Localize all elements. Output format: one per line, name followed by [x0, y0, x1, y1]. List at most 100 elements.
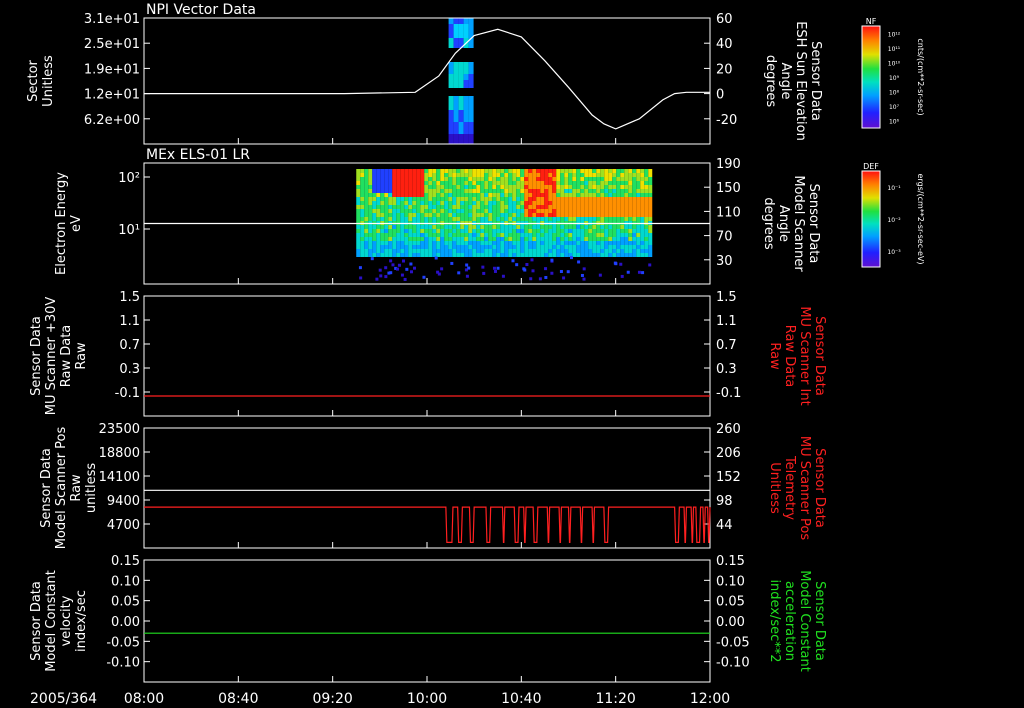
left-axis-label-line: Raw: [69, 474, 84, 502]
heatmap-cell: [468, 173, 473, 177]
heatmap-cell: [604, 217, 609, 221]
heatmap-cell: [568, 189, 573, 193]
heatmap-cell: [512, 177, 517, 181]
heatmap-cell: [364, 213, 369, 217]
heatmap-cell: [416, 173, 421, 177]
heatmap-cell: [619, 262, 623, 266]
heatmap-cell: [440, 193, 445, 197]
heatmap-cell: [360, 181, 365, 185]
heatmap-cell: [424, 201, 429, 205]
heatmap-cell: [576, 253, 581, 257]
heatmap-cell: [648, 201, 653, 205]
heatmap-cell: [576, 229, 581, 233]
heatmap-cell: [468, 62, 474, 74]
heatmap-cell: [436, 173, 441, 177]
heatmap-cell: [564, 185, 569, 189]
heatmap-cell: [392, 201, 397, 205]
heatmap-cell: [524, 249, 529, 253]
heatmap-cell: [608, 169, 613, 173]
heatmap-cell: [488, 189, 493, 193]
heatmap-cell: [356, 201, 361, 205]
heatmap-cell: [380, 253, 385, 257]
heatmap-cell: [548, 181, 553, 185]
heatmap-cell: [388, 233, 393, 237]
heatmap-cell: [400, 181, 405, 185]
left-axis-label-line: unitless: [84, 463, 99, 514]
heatmap-cell: [448, 229, 453, 233]
heatmap-cell: [536, 241, 541, 245]
heatmap-cell: [476, 169, 481, 173]
heatmap-cell: [424, 241, 429, 245]
heatmap-cell: [392, 197, 397, 201]
heatmap-cell: [488, 229, 493, 233]
heatmap-cell: [444, 213, 449, 217]
heatmap-cell: [480, 185, 485, 189]
right-axis-label-line: Unitless: [767, 462, 782, 514]
heatmap-cell: [532, 225, 537, 229]
heatmap-cell: [548, 201, 553, 205]
heatmap-cell: [456, 237, 461, 241]
heatmap-cell: [440, 233, 445, 237]
heatmap-cell: [560, 169, 565, 173]
heatmap-cell: [364, 229, 369, 233]
heatmap-cell: [388, 213, 393, 217]
heatmap-cell: [600, 177, 605, 181]
plot-figure: NPI Vector Data3.1e+012.5e+011.9e+011.2e…: [0, 0, 1024, 708]
heatmap-cell: [520, 217, 525, 221]
heatmap-cell: [512, 197, 517, 201]
heatmap-cell: [408, 185, 413, 189]
heatmap-cell: [412, 245, 417, 249]
heatmap-cell: [516, 213, 521, 217]
heatmap-cell: [511, 259, 515, 263]
right-axis-label-line: Model Scanner: [791, 175, 806, 272]
colorbar: [861, 25, 881, 129]
heatmap-cell: [452, 197, 457, 201]
heatmap-cell: [648, 177, 653, 181]
heatmap-cell: [476, 213, 481, 217]
heatmap-cell: [356, 189, 361, 193]
heatmap-cell: [480, 249, 485, 253]
heatmap-cell: [500, 181, 505, 185]
heatmap-cell: [604, 229, 609, 233]
heatmap-cell: [620, 213, 625, 217]
heatmap-cell: [612, 213, 617, 217]
heatmap-cell: [448, 134, 454, 144]
heatmap-cell: [512, 209, 517, 213]
heatmap-cell: [600, 205, 605, 209]
heatmap-cell: [380, 197, 385, 201]
heatmap-cell: [560, 177, 565, 181]
heatmap-cell: [476, 181, 481, 185]
heatmap-cell: [484, 229, 489, 233]
heatmap-cell: [420, 213, 425, 217]
heatmap-cell: [604, 245, 609, 249]
heatmap-cell: [516, 237, 521, 241]
heatmap-cell: [540, 197, 545, 201]
heatmap-cell: [632, 225, 637, 229]
y-tick-label-left: 0.15: [111, 554, 140, 569]
heatmap-cell: [648, 249, 653, 253]
heatmap-cell: [370, 257, 374, 261]
heatmap-cell: [548, 241, 553, 245]
heatmap-cell: [524, 201, 529, 205]
heatmap-cell: [484, 253, 489, 257]
heatmap-cell: [380, 213, 385, 217]
heatmap-cell: [540, 201, 545, 205]
heatmap-cell: [436, 181, 441, 185]
heatmap-cell: [440, 253, 445, 257]
heatmap-cell: [416, 233, 421, 237]
heatmap-cell: [412, 225, 417, 229]
heatmap-cell: [372, 253, 377, 257]
heatmap-cell: [476, 193, 481, 197]
heatmap-cell: [468, 205, 473, 209]
heatmap-cell: [456, 185, 461, 189]
heatmap-cell: [628, 201, 633, 205]
heatmap-cell: [592, 229, 597, 233]
heatmap-cell: [552, 181, 557, 185]
heatmap-cell: [620, 229, 625, 233]
heatmap-cell: [580, 173, 585, 177]
colorbar: [861, 170, 881, 268]
heatmap-cell: [580, 201, 585, 205]
heatmap-cell: [528, 249, 533, 253]
y-tick-label-left: 3.1e+01: [84, 12, 140, 27]
heatmap-cell: [380, 245, 385, 249]
